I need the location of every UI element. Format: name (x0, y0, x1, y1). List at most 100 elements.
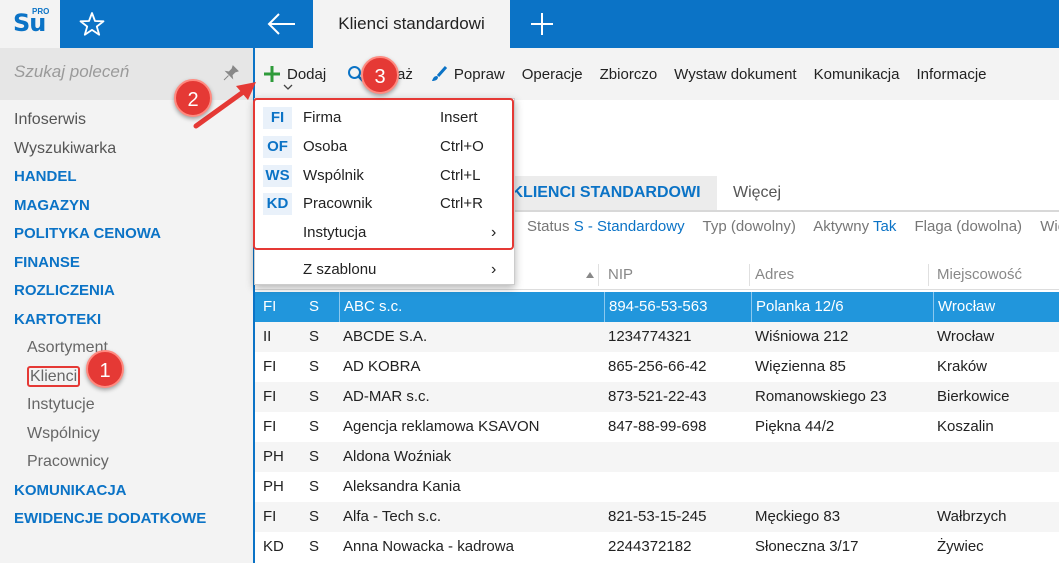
sidebar-item-rozliczenia[interactable]: ROZLICZENIA (0, 277, 253, 306)
tab-more[interactable]: Więcej (733, 176, 781, 210)
cell-nip (604, 442, 608, 472)
table-row[interactable]: PH S Aleksandra Kania (255, 472, 1059, 502)
edit-button[interactable]: Popraw (430, 59, 505, 89)
sidebar-item-magazyn[interactable]: MAGAZYN (0, 192, 253, 221)
cell-address: Piękna 44/2 (755, 418, 835, 435)
cell-status: S (309, 538, 320, 555)
cell-type: PH (263, 478, 284, 495)
sidebar-item-klienci-label: Klienci (27, 365, 81, 387)
add-button-label: Dodaj (287, 65, 327, 83)
sort-asc-icon[interactable] (585, 271, 595, 279)
cell-type: II (263, 328, 272, 345)
cell-city: Koszalin (937, 418, 994, 435)
filter-type[interactable]: Typ (dowolny) (703, 218, 796, 235)
column-separator (598, 264, 599, 286)
chevron-right-icon: › (491, 261, 497, 278)
cell-type: FI (263, 508, 277, 525)
filter-active-value: Tak (872, 218, 897, 235)
sidebar-item-kartoteki[interactable]: KARTOTEKI (0, 306, 253, 335)
column-adres[interactable]: Adres (755, 260, 794, 290)
column-nip[interactable]: NIP (608, 260, 633, 290)
table-row[interactable]: II S ABCDE S.A. 1234774321 Wiśniowa 212 Wrocł… (255, 322, 1059, 352)
back-arrow-icon[interactable] (265, 10, 297, 38)
cell-nip: 865-256-66-42 (608, 358, 707, 375)
cell-city: Wrocław (937, 328, 995, 345)
tab-klienci-standardowi[interactable]: Klienci standardowi (313, 0, 510, 48)
filter-active[interactable]: Aktywny Tak (813, 218, 896, 235)
communication-button[interactable]: Komunikacja (814, 59, 900, 89)
brush-icon (431, 66, 448, 81)
operations-button[interactable]: Operacje (522, 59, 583, 89)
information-button[interactable]: Informacje (916, 59, 986, 89)
sidebar-item-handel[interactable]: HANDEL (0, 163, 253, 192)
cell-status: S (309, 478, 320, 495)
new-tab-plus-icon[interactable] (528, 10, 556, 38)
sidebar-item-komunikacja[interactable]: KOMUNIKACJA (0, 477, 253, 506)
table-row[interactable]: FI S ABC s.c. 894-56-53-563 Polanka 12/6 Wroc… (255, 292, 1059, 322)
cell-nip: 873-521-22-43 (608, 388, 707, 405)
cell-name: AD KOBRA (343, 358, 421, 375)
sidebar-item-klienci[interactable]: Klienci (0, 363, 253, 392)
cell-name: AD-MAR s.c. (343, 388, 430, 405)
sidebar-item-asortyment[interactable]: Asortyment (0, 334, 253, 363)
sidebar-item-wyszukiwarka[interactable]: Wyszukiwarka (0, 135, 253, 164)
favorites-star-icon[interactable] (78, 10, 106, 38)
column-separator (928, 264, 929, 286)
filter-flag[interactable]: Flaga (dowolna) (915, 218, 1023, 235)
cell-type: FI (263, 298, 277, 315)
cell-status: S (309, 448, 320, 465)
cell-city: Bierkowice (937, 388, 1010, 405)
table-row[interactable]: KD S Anna Nowacka - kadrowa 2244372182 Słone… (255, 532, 1059, 562)
cell-name: Anna Nowacka - kadrowa (343, 538, 514, 555)
cell-nip (604, 472, 608, 502)
menu-item-z-szablonu[interactable]: Z szablonu › (255, 255, 514, 284)
filter-status[interactable]: Status S - Standardowy (527, 218, 685, 235)
issue-document-button[interactable]: Wystaw dokument (674, 59, 796, 89)
edit-button-label: Popraw (453, 65, 505, 83)
cell-status: S (309, 298, 320, 315)
cell-address (751, 442, 755, 472)
column-miejscowosc[interactable]: Miejscowość (937, 260, 1022, 290)
cell-address (751, 472, 755, 502)
cell-address: Polanka 12/6 (751, 292, 844, 322)
filter-status-label: Status (527, 218, 570, 235)
cell-city (933, 472, 937, 502)
table-row[interactable]: FI S Alfa - Tech s.c. 821-53-15-245 Męckiego… (255, 502, 1059, 532)
sidebar-item-polityka-cenowa[interactable]: POLITYKA CENOWA (0, 220, 253, 249)
highlight-frame (253, 98, 514, 250)
cell-nip: 894-56-53-563 (604, 292, 707, 322)
step-badge-2: 2 (174, 79, 212, 117)
command-search-input[interactable] (14, 62, 214, 82)
filter-more-cut[interactable]: Wie (1040, 218, 1059, 235)
cell-type: FI (263, 388, 277, 405)
sidebar-item-instytucje[interactable]: Instytucje (0, 391, 253, 420)
add-button[interactable]: Dodaj (263, 59, 326, 89)
logo-sup: PRO (32, 7, 50, 16)
table-row[interactable]: PH S Aldona Woźniak (255, 442, 1059, 472)
cell-name: ABC s.c. (339, 292, 402, 322)
table-row[interactable]: FI S AD KOBRA 865-256-66-42 Więzienna 85 Krak… (255, 352, 1059, 382)
table-row[interactable]: FI S Agencja reklamowa KSAVON 847-88-99-698… (255, 412, 1059, 442)
sidebar-item-wspolnicy[interactable]: Wspólnicy (0, 420, 253, 449)
cell-type: FI (263, 358, 277, 375)
cell-address: Męckiego 83 (755, 508, 841, 525)
cell-type: FI (263, 418, 277, 435)
cell-nip: 847-88-99-698 (608, 418, 707, 435)
top-bar: Su PRO Klienci standardowi (0, 0, 1059, 48)
cell-address: Słoneczna 3/17 (755, 538, 859, 555)
cell-name: Aldona Woźniak (343, 448, 452, 465)
cell-name: Aleksandra Kania (343, 478, 461, 495)
app-logo[interactable]: Su PRO (0, 0, 60, 48)
sidebar-item-finanse[interactable]: FINANSE (0, 249, 253, 278)
batch-button[interactable]: Zbiorczo (600, 59, 658, 89)
cell-status: S (309, 508, 320, 525)
cell-name: Alfa - Tech s.c. (343, 508, 442, 525)
cell-nip: 2244372182 (608, 538, 692, 555)
sidebar-item-ewidencje-dodatkowe[interactable]: EWIDENCJE DODATKOWE (0, 505, 253, 534)
table-row[interactable]: FI S AD-MAR s.c. 873-521-22-43 Romanowskiego… (255, 382, 1059, 412)
tab-klienci-standardowi-view[interactable]: KLIENCI STANDARDOWI (495, 176, 717, 210)
sidebar-item-pracownicy[interactable]: Pracownicy (0, 448, 253, 477)
cell-name: ABCDE S.A. (343, 328, 428, 345)
chevron-down-icon[interactable] (283, 84, 293, 90)
cell-city: Wrocław (933, 292, 995, 322)
